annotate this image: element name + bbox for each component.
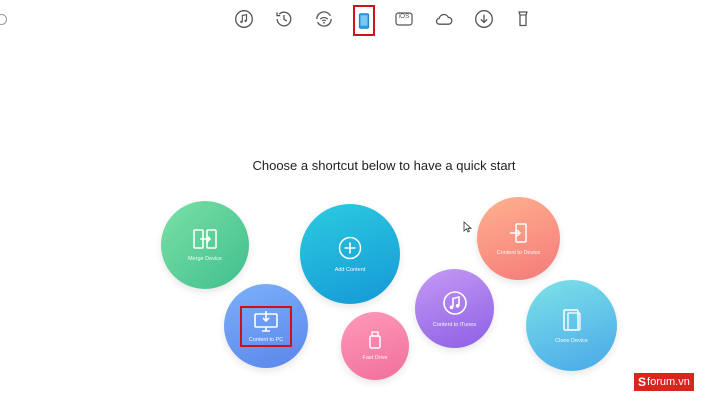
add-content-label: Add Content: [334, 267, 366, 273]
music-tab[interactable]: [233, 8, 255, 30]
content-to-pc-highlight: Content to PC: [239, 305, 293, 347]
clone-device-icon: [561, 308, 583, 332]
clone-device-label: Clone Device: [555, 337, 588, 344]
fast-drive-label: Fast Drive: [362, 355, 388, 361]
monitor-download-icon: [253, 310, 279, 333]
download-tab[interactable]: [473, 8, 495, 30]
content-to-itunes-shortcut[interactable]: Content to iTunes: [415, 269, 494, 348]
quick-start-headline: Choose a shortcut below to have a quick …: [252, 158, 516, 173]
ios-tab[interactable]: iOS: [393, 8, 415, 30]
merge-device-icon: [192, 228, 218, 250]
toolkit-tab[interactable]: [512, 8, 534, 30]
icloud-tab[interactable]: [433, 8, 455, 30]
content-to-pc-shortcut[interactable]: Content to PC: [224, 284, 308, 368]
device-tab[interactable]: [353, 5, 375, 36]
ios-label: iOS: [398, 13, 410, 20]
itunes-icon: [442, 290, 468, 316]
add-content-icon: [337, 235, 363, 261]
watermark-text: forum.vn: [647, 376, 690, 388]
toolkit-icon: [518, 11, 528, 27]
clone-device-shortcut[interactable]: Clone Device: [526, 280, 617, 371]
fast-drive-shortcut[interactable]: Fast Drive: [341, 312, 409, 380]
phone-import-icon: [508, 222, 530, 244]
content-to-device-shortcut[interactable]: Content to Device: [477, 197, 560, 280]
mouse-cursor-icon: [463, 220, 473, 238]
merge-device-shortcut[interactable]: Merge Device: [161, 201, 249, 289]
wifi-sync-tab[interactable]: [313, 8, 335, 30]
content-to-pc-label: Content to PC: [248, 336, 284, 343]
watermark-badge: S forum.vn: [634, 373, 694, 391]
content-to-itunes-label: Content to iTunes: [432, 321, 477, 328]
add-content-shortcut[interactable]: Add Content: [300, 204, 400, 304]
backup-history-tab[interactable]: [273, 8, 295, 30]
usb-drive-icon: [368, 331, 382, 349]
icloud-icon: [435, 13, 453, 25]
watermark-mark: S: [638, 375, 647, 389]
content-to-device-label: Content to Device: [496, 249, 541, 256]
backup-history-icon: [276, 11, 292, 27]
merge-device-label: Merge Device: [188, 256, 222, 262]
phone-device-icon: [358, 12, 370, 29]
wifi-sync-icon: [316, 11, 332, 27]
top-toolbar: iOS: [0, 0, 720, 42]
music-icon: [235, 10, 253, 28]
download-icon: [475, 10, 493, 28]
